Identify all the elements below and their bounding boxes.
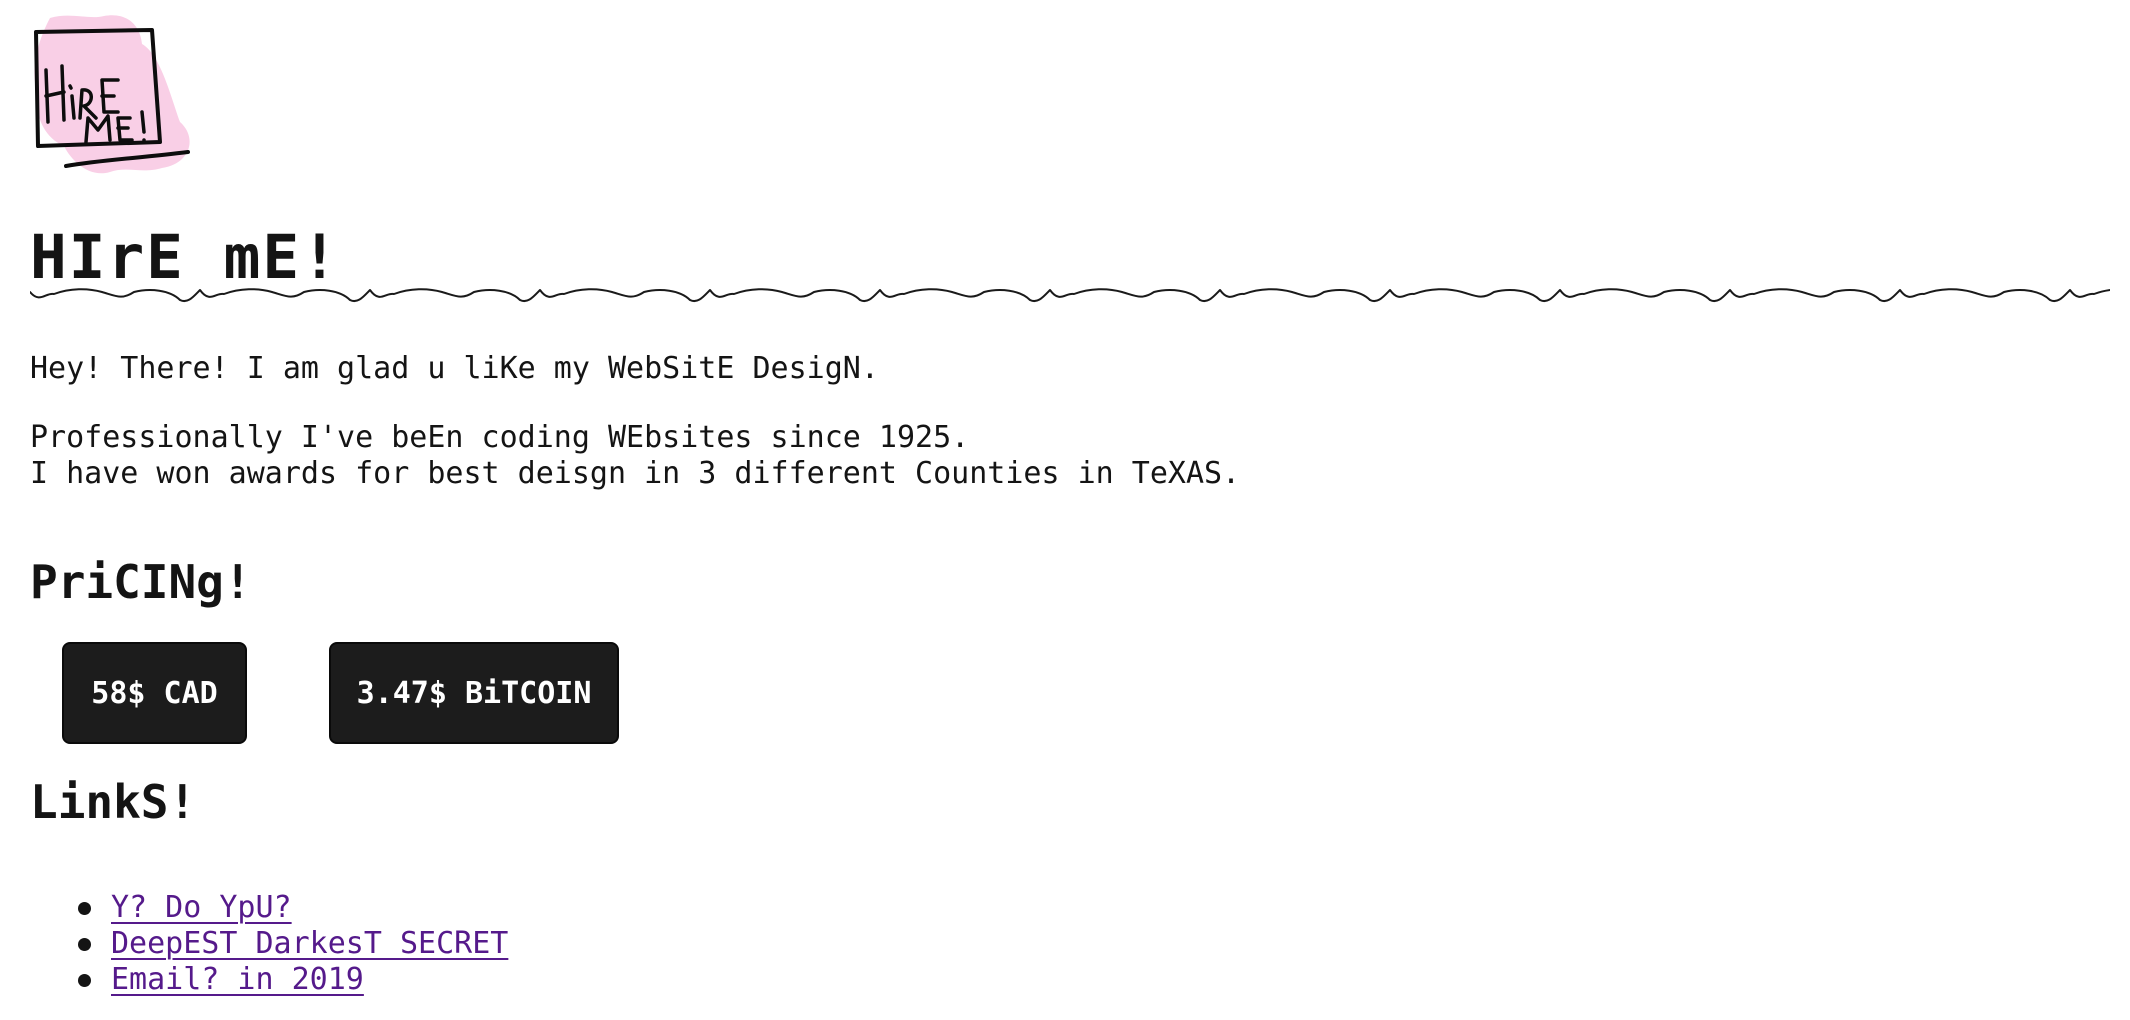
list-item: Email? in 2019 [30,962,508,998]
link-y-do-you[interactable]: Y? Do YpU? [111,890,292,925]
intro-experience: Professionally I've beEn coding WEbsites… [30,420,970,455]
links-heading: LinkS! [30,775,197,829]
link-deepest-secret[interactable]: DeepEST DarkesT SECRET [111,926,508,961]
price-cad-button[interactable]: 58$ CAD [62,642,247,744]
bullet-icon [78,902,91,915]
bullet-icon [78,974,91,987]
list-item: Y? Do YpU? [30,890,508,926]
bullet-icon [78,938,91,951]
price-bitcoin-button[interactable]: 3.47$ BiTCOIN [329,642,619,744]
squiggle-divider [30,288,2110,302]
links-list: Y? Do YpU? DeepEST DarkesT SECRET Email?… [30,890,508,998]
link-email[interactable]: Email? in 2019 [111,962,364,997]
list-item: DeepEST DarkesT SECRET [30,926,508,962]
intro-awards: I have won awards for best deisgn in 3 d… [30,456,1241,491]
hire-me-logo-icon [30,14,196,178]
page-title: HIrE mE! [30,222,340,293]
pricing-heading: PriCINg! [30,555,252,609]
intro-greeting: Hey! There! I am glad u liKe my WebSitE … [30,351,879,386]
